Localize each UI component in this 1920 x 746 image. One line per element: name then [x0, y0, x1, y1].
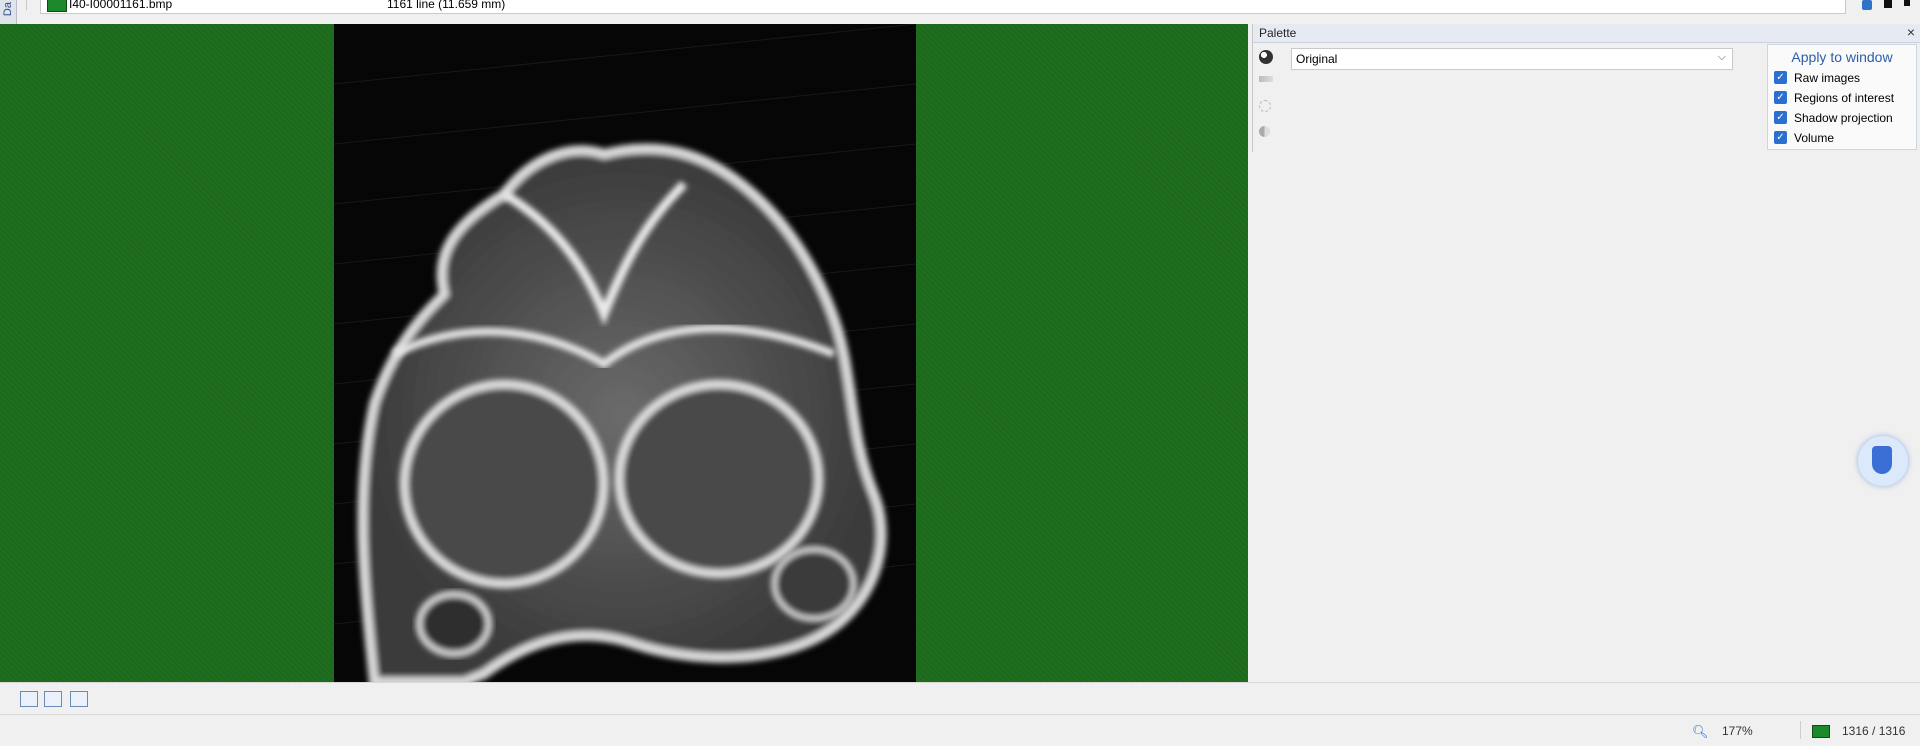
apply-to-window-title: Apply to window	[1791, 49, 1893, 65]
separator	[26, 0, 27, 10]
palette-header: Palette ×	[1253, 24, 1920, 43]
side-tab-label: Da	[2, 2, 14, 17]
file-info-bar: I40-I00001161.bmp 1161 line (11.659 mm)	[40, 0, 1846, 14]
palette-empty-area	[1252, 152, 1920, 682]
option-label: Raw images	[1794, 71, 1861, 85]
square-icon[interactable]	[1904, 0, 1910, 6]
chevron-down-icon[interactable]: ⌵	[1718, 51, 1726, 64]
close-icon[interactable]: ×	[1907, 24, 1915, 40]
option-label: Regions of interest	[1794, 91, 1895, 105]
file-name: I40-I00001161.bmp	[69, 0, 173, 11]
checkbox-checked-icon[interactable]: ✓	[1774, 91, 1787, 104]
option-label: Shadow projection	[1794, 111, 1893, 125]
palette-tools	[1255, 46, 1277, 146]
panel-icon[interactable]	[1862, 0, 1872, 10]
apply-to-window-box: Apply to window ✓ Raw images ✓ Regions o…	[1767, 44, 1917, 150]
palette-select[interactable]: Original ⌵	[1291, 48, 1733, 70]
option-label: Volume	[1794, 131, 1835, 145]
ct-scan-drawing	[334, 24, 916, 682]
top-bar: Da I40-I00001161.bmp 1161 line (11.659 m…	[0, 0, 1920, 24]
frame-icon	[1812, 725, 1830, 738]
color-wheel-icon[interactable]	[1259, 50, 1273, 64]
contrast-icon[interactable]	[1259, 126, 1270, 137]
line-info: 1161 line (11.659 mm)	[387, 0, 506, 11]
palette-title: Palette	[1259, 26, 1297, 40]
fullscreen-icon[interactable]	[44, 691, 62, 707]
bottom-toolbar	[0, 682, 1920, 715]
palette-select-value: Original	[1296, 52, 1338, 66]
floating-assistant-button[interactable]	[1858, 436, 1908, 486]
checkbox-checked-icon[interactable]: ✓	[1774, 111, 1787, 124]
zoom-icon: 🔍︎	[1692, 724, 1709, 739]
window-icon[interactable]	[20, 691, 38, 707]
ct-scan-image	[334, 24, 916, 682]
stop-icon[interactable]	[1884, 0, 1892, 8]
checkbox-checked-icon[interactable]: ✓	[1774, 131, 1787, 144]
image-file-icon	[47, 0, 67, 12]
status-separator	[1800, 721, 1801, 739]
brightness-icon[interactable]	[1259, 100, 1271, 112]
image-viewer[interactable]	[0, 24, 1248, 682]
checkbox-checked-icon[interactable]: ✓	[1774, 71, 1787, 84]
zoom-window-icon[interactable]	[70, 691, 88, 707]
palette-panel: Palette × Original ⌵ Apply to window ✓ R…	[1252, 24, 1920, 152]
status-bar: 🔍︎ 177% 1316 / 1316	[0, 714, 1920, 746]
usb-drive-icon	[1872, 446, 1892, 474]
side-tab[interactable]: Da	[0, 0, 17, 24]
gradient-icon[interactable]	[1259, 76, 1273, 82]
zoom-level: 177%	[1722, 724, 1753, 738]
frame-counter: 1316 / 1316	[1842, 724, 1906, 738]
